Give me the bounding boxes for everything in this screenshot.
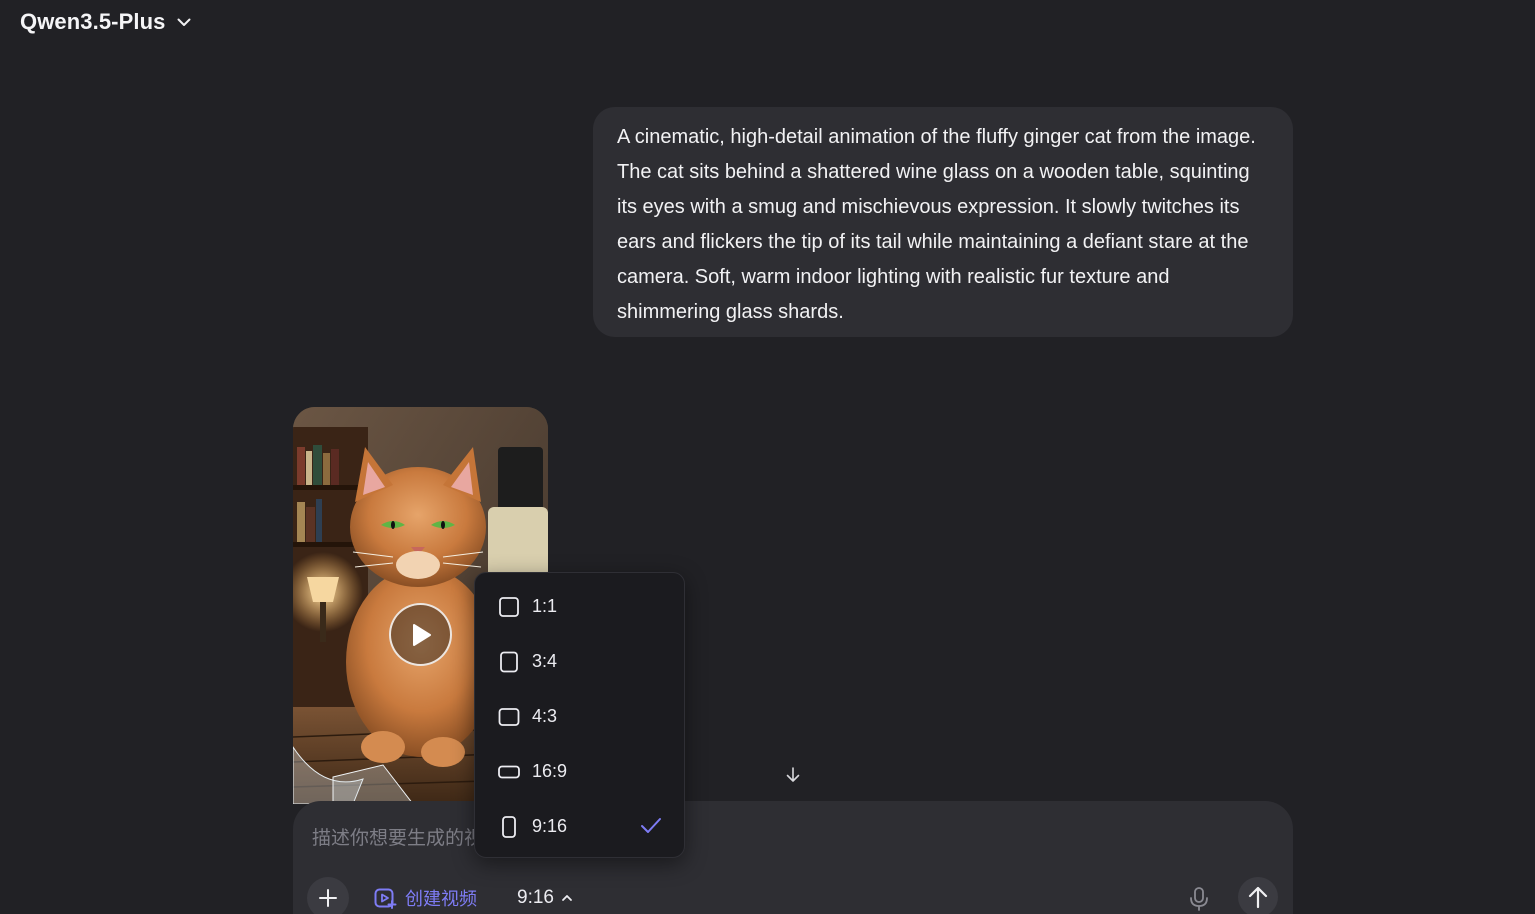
landscape-ratio-icon — [498, 706, 520, 728]
tall-ratio-icon — [498, 815, 520, 838]
model-selector[interactable]: Qwen3.5-Plus — [20, 6, 193, 38]
create-video-mode-button[interactable]: 创建视频 — [373, 883, 477, 913]
model-name: Qwen3.5-Plus — [20, 9, 166, 34]
ratio-option-1-1[interactable]: 1:1 — [475, 579, 684, 634]
play-icon — [412, 623, 431, 646]
video-create-icon — [374, 888, 397, 909]
selected-ratio-label: 9:16 — [517, 887, 554, 908]
microphone-icon — [1190, 887, 1208, 911]
voice-input-button[interactable] — [1181, 881, 1217, 914]
ratio-option-3-4[interactable]: 3:4 — [475, 634, 684, 689]
ratio-option-label: 16:9 — [532, 761, 568, 781]
ratio-option-4-3[interactable]: 4:3 — [475, 689, 684, 744]
arrow-down-icon — [786, 767, 800, 782]
message-composer: 创建视频 9:16 — [293, 801, 1293, 914]
ratio-option-9-16[interactable]: 9:16 — [475, 799, 684, 854]
portrait-ratio-icon — [498, 651, 520, 673]
plus-icon — [319, 889, 337, 907]
aspect-ratio-button[interactable]: 9:16 — [517, 883, 574, 913]
ratio-option-label: 9:16 — [532, 816, 568, 836]
user-message-text: A cinematic, high-detail animation of th… — [617, 126, 1256, 323]
create-video-label: 创建视频 — [405, 889, 477, 910]
user-message-bubble: A cinematic, high-detail animation of th… — [593, 107, 1293, 337]
add-attachment-button[interactable] — [307, 877, 349, 914]
play-button[interactable] — [389, 603, 452, 666]
prompt-input[interactable] — [312, 823, 1212, 853]
ratio-option-16-9[interactable]: 16:9 — [475, 744, 684, 799]
ratio-option-label: 4:3 — [532, 706, 558, 726]
chevron-up-icon — [562, 895, 572, 901]
ratio-option-label: 1:1 — [532, 596, 558, 616]
wide-ratio-icon — [498, 761, 520, 783]
chevron-down-icon — [177, 18, 191, 26]
send-button[interactable] — [1238, 877, 1278, 914]
scroll-to-bottom-button[interactable] — [780, 762, 806, 788]
ratio-option-label: 3:4 — [532, 651, 558, 671]
checkmark-icon — [641, 818, 661, 833]
chat-page: Qwen3.5-Plus A cinematic, high-detail an… — [0, 0, 1535, 914]
square-ratio-icon — [498, 596, 520, 618]
aspect-ratio-menu: 1:1 3:4 4:3 16:9 9:16 — [474, 572, 685, 858]
arrow-up-icon — [1248, 886, 1268, 909]
